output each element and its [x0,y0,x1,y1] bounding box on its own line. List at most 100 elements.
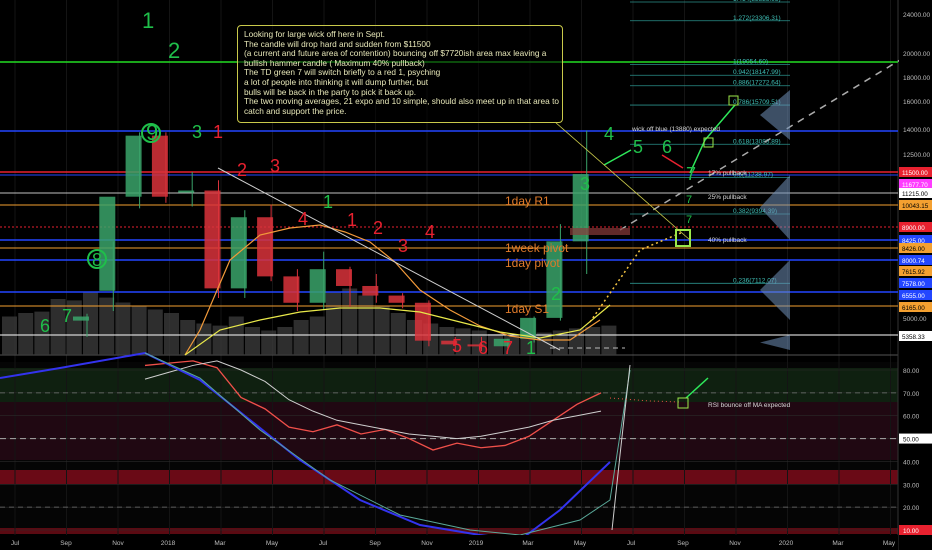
td-sequential-count: 6 [40,316,50,336]
price-axis-badge-label: 8000.74 [902,258,925,265]
x-axis-tick: Jul [319,540,328,547]
td-sequential-count: 6 [662,137,672,157]
volume-bar [228,316,244,355]
candle-body [414,302,431,341]
x-axis-tick: Nov [112,540,124,547]
x-axis-background [0,535,898,550]
td-sequential-count: 7 [62,306,72,326]
fib-projection-label: 1.414(33525.95) [733,0,781,3]
x-axis-tick: Jul [11,540,20,547]
candle-body [388,295,405,303]
td-sequential-count: 3 [270,156,280,176]
x-axis-tick: May [266,540,279,547]
price-axis-badge-label: 6555.00 [902,293,925,300]
price-axis-badge-label: 10043.15 [902,203,929,210]
td-sequential-count: 4 [604,124,614,144]
x-axis-tick: Mar [522,540,534,547]
td-sequential-count: 2 [551,284,561,304]
price-axis-tick: 16000.00 [903,99,930,106]
volume-bar [601,325,617,355]
volume-bar [277,327,293,355]
volume-bar [115,302,131,355]
td-sequential-count: 2 [237,160,247,180]
volume-bar [585,327,601,355]
price-axis-tick: 20000.00 [903,51,930,58]
annotation-note: Looking for large wick off here in Sept.… [237,25,563,123]
td-sequential-count: 6 [478,338,488,358]
pivot-label: 1day pivot [505,256,560,270]
candle-body [125,135,142,197]
td-sequential-count: 5 [633,137,643,157]
x-axis-tick: 2018 [161,540,176,547]
x-axis-tick: Sep [369,540,381,547]
rsi-low-badge-label: 10.00 [903,528,919,535]
volume-bar [18,313,34,355]
price-axis-badge-label: 11215.00 [902,191,928,198]
volume-bar [164,313,179,355]
rsi-axis-tick: 60.00 [903,414,920,421]
x-axis-tick: Mar [832,540,844,547]
rsi-note-label: RSI bounce off MA expected [708,402,791,409]
td-sequential-count: 3 [398,236,408,256]
rsi-axis-tick: 20.00 [903,505,920,512]
volume-bar [293,320,309,355]
pullback-label: 25% pullback [708,194,747,201]
x-axis-tick: Mar [214,540,226,547]
expected-wick-label: wick off blue (13880) expected [631,126,720,133]
candle-body [309,269,326,303]
candle-body [336,269,352,286]
td-sequential-count: 1 [323,192,333,212]
rsi-axis-tick: 40.00 [903,459,920,466]
rsi-axis-tick: 70.00 [903,391,920,398]
td-sequential-count: 7 [686,214,692,226]
fib-projection-label: 0.618(13083.89) [733,138,781,145]
x-axis-tick: Sep [60,540,72,547]
pullback-label: 40% pullback [708,237,747,244]
x-axis-tick: Nov [421,540,433,547]
volume-bar [326,292,341,355]
fib-projection-label: 1(19054.60) [733,58,768,65]
td-sequential-count: 3 [580,174,590,194]
price-axis-badge-label: 5358.33 [902,334,925,341]
rsi-red-band [0,470,898,484]
x-axis-tick: 2019 [469,540,484,547]
td-sequential-count: 7 [686,194,692,206]
td-sequential-count: 1 [347,210,357,230]
x-axis-tick: Jul [627,540,636,547]
pivot-label: 1day R1 [505,194,550,208]
x-axis-tick: Nov [729,540,741,547]
x-axis-tick: May [574,540,587,547]
annotation-note-line: catch and support the price. [244,105,347,116]
td-sequential-count: 1 [526,338,536,358]
fib-projection-label: 1.272(23306.31) [733,15,781,22]
rsi-mid-band [0,402,898,460]
pullback-zone [570,228,630,235]
x-axis-tick: 2020 [779,540,794,547]
price-axis-badge-label: 7615.92 [902,269,925,276]
candle-body [362,285,379,296]
candle-body [257,217,274,277]
volume-bar [309,316,325,355]
td-sequential-count: 1 [213,122,223,142]
td-sequential-count: 4 [298,209,308,229]
price-axis-tick: 18000.00 [903,75,930,82]
price-axis-tick: 24000.00 [903,12,930,19]
volume-bar [245,327,260,355]
candle-body [178,190,195,193]
candle-body [283,276,300,303]
pivot-label: 1week pivot [505,241,569,255]
price-axis-badge-label: 8426.00 [902,246,925,253]
candle-body [204,190,221,289]
volume-bar [83,292,98,355]
candle-body [99,196,116,291]
td-sequential-count: 1 [142,8,154,33]
rsi-axis-tick: 30.00 [903,482,920,489]
td-sequential-count: 4 [425,222,435,242]
price-axis-badge-label: 6165.00 [902,305,925,312]
rsi-value-badge-label: 50.00 [903,437,919,444]
price-axis-badge-label: 7578.00 [902,281,925,288]
volume-bar [131,306,147,355]
x-axis-tick: May [883,540,896,547]
price-axis-badge-label: 11500.00 [902,170,928,177]
pullback-label: 17% pullback [708,170,747,177]
